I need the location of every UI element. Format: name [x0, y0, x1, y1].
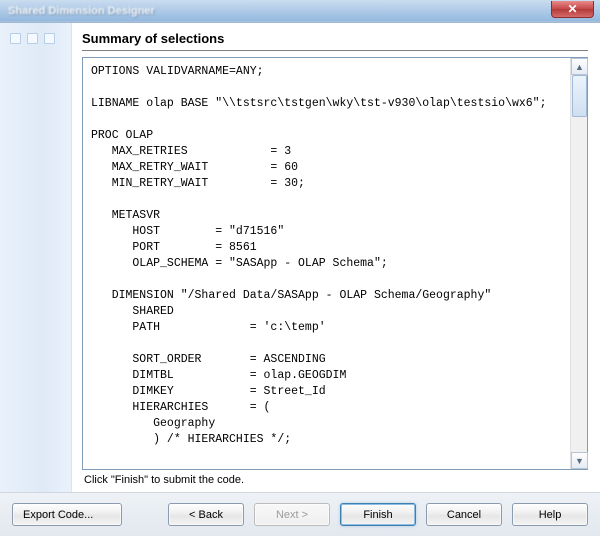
next-button: Next >: [254, 503, 330, 526]
button-bar: Export Code... < Back Next > Finish Canc…: [0, 492, 600, 536]
parent-window-titlebar: Shared Dimension Designer: [0, 0, 600, 22]
code-textarea[interactable]: OPTIONS VALIDVARNAME=ANY; LIBNAME olap B…: [83, 58, 570, 469]
scroll-up-button[interactable]: ▲: [571, 58, 588, 75]
parent-window-title: Shared Dimension Designer: [0, 5, 155, 17]
dialog-body: Summary of selections OPTIONS VALIDVARNA…: [0, 23, 600, 492]
chevron-up-icon: ▲: [575, 62, 584, 72]
scroll-down-button[interactable]: ▼: [571, 452, 588, 469]
finish-button[interactable]: Finish: [340, 503, 416, 526]
chevron-down-icon: ▼: [575, 456, 584, 466]
page-title: Summary of selections: [82, 31, 588, 51]
wizard-step-marker: [10, 33, 21, 44]
back-button[interactable]: < Back: [168, 503, 244, 526]
scroll-thumb[interactable]: [572, 75, 587, 117]
code-container: OPTIONS VALIDVARNAME=ANY; LIBNAME olap B…: [82, 57, 588, 470]
help-button[interactable]: Help: [512, 503, 588, 526]
wizard-step-marker: [27, 33, 38, 44]
parent-window-close-button[interactable]: ✕: [551, 1, 594, 18]
window-backdrop: Shared Dimension Designer ✕ Summary of s…: [0, 0, 600, 536]
hint-text: Click "Finish" to submit the code.: [82, 470, 588, 488]
dialog-panel: Summary of selections OPTIONS VALIDVARNA…: [0, 22, 600, 536]
close-icon: ✕: [567, 2, 577, 16]
wizard-step-marker: [44, 33, 55, 44]
main-column: Summary of selections OPTIONS VALIDVARNA…: [72, 23, 600, 492]
wizard-side-gutter: [0, 23, 72, 492]
vertical-scrollbar[interactable]: ▲ ▼: [570, 58, 587, 469]
cancel-button[interactable]: Cancel: [426, 503, 502, 526]
export-code-button[interactable]: Export Code...: [12, 503, 122, 526]
